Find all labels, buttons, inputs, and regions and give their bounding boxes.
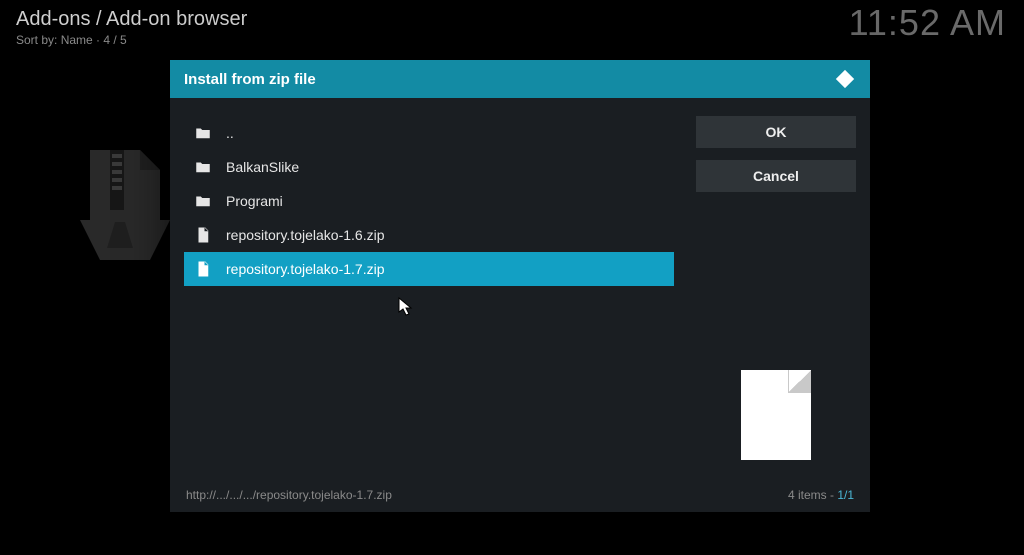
breadcrumb: Add-ons / Add-on browser [16, 8, 247, 31]
dialog-side: OK Cancel [696, 116, 856, 470]
sort-value: Name [61, 33, 93, 47]
footer-count: 4 items - 1/1 [788, 488, 854, 502]
file-row-folder[interactable]: BalkanSlike [184, 150, 674, 184]
file-row-label: repository.tojelako-1.6.zip [226, 227, 384, 243]
file-icon [194, 260, 212, 278]
zip-background-icon [80, 150, 170, 260]
folder-icon [194, 158, 212, 176]
sort-count: 4 / 5 [103, 33, 126, 47]
folder-icon [194, 192, 212, 210]
file-list: .. BalkanSlike Programi repository.tojel… [184, 116, 674, 470]
preview-zone [696, 370, 856, 470]
sort-sep: · [93, 33, 104, 47]
dialog-titlebar: Install from zip file [170, 60, 870, 98]
cancel-button[interactable]: Cancel [696, 160, 856, 192]
dialog-title: Install from zip file [184, 71, 316, 88]
footer-count-sep: - [827, 488, 838, 502]
sort-info: Sort by: Name · 4 / 5 [16, 33, 247, 47]
footer-path: http://.../.../.../repository.tojelako-1… [186, 488, 392, 502]
file-row-up[interactable]: .. [184, 116, 674, 150]
clock: 11:52 AM [849, 2, 1006, 44]
file-row-folder[interactable]: Programi [184, 184, 674, 218]
file-icon [194, 226, 212, 244]
file-row-label: repository.tojelako-1.7.zip [226, 261, 384, 277]
file-preview-icon [741, 370, 811, 460]
file-row-label: .. [226, 125, 234, 141]
ok-button[interactable]: OK [696, 116, 856, 148]
install-zip-dialog: Install from zip file .. BalkanSlike [170, 60, 870, 512]
file-row-file-selected[interactable]: repository.tojelako-1.7.zip [184, 252, 674, 286]
kodi-logo-icon [834, 68, 856, 90]
file-row-file[interactable]: repository.tojelako-1.6.zip [184, 218, 674, 252]
dialog-footer: http://.../.../.../repository.tojelako-1… [170, 478, 870, 512]
sort-prefix: Sort by: [16, 33, 61, 47]
file-row-label: Programi [226, 193, 283, 209]
file-row-label: BalkanSlike [226, 159, 299, 175]
footer-page: 1/1 [837, 488, 854, 502]
folder-up-icon [194, 124, 212, 142]
footer-count-label: 4 items [788, 488, 827, 502]
